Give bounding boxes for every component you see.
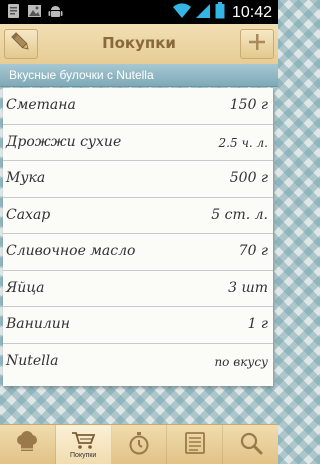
ingredient-quantity: 1 г xyxy=(247,316,268,332)
ingredient-row[interactable]: Сливочное масло 70 г xyxy=(3,234,273,271)
ingredient-name: Ванилин xyxy=(6,316,71,332)
ingredient-row[interactable]: Дрожжи сухие 2.5 ч. л. xyxy=(3,125,273,161)
status-bar: 10:42 xyxy=(0,0,278,24)
ingredient-quantity: 150 г xyxy=(229,97,268,113)
ingredient-quantity: 500 г xyxy=(229,170,268,186)
tab-shopping-label: Покупки xyxy=(70,452,97,459)
clock: 10:42 xyxy=(231,3,272,21)
ingredient-quantity: 70 г xyxy=(238,243,268,259)
recipe-header: Вкусные булочки с Nutella xyxy=(0,64,278,87)
timer-icon xyxy=(127,431,151,459)
notification-file-icon xyxy=(6,3,21,19)
tab-recipes[interactable] xyxy=(0,425,56,464)
ingredient-row[interactable]: Сахар 5 ст. л. xyxy=(3,198,273,234)
ingredient-row[interactable]: Сметана 150 г xyxy=(3,88,273,125)
notification-image-icon xyxy=(27,3,42,19)
tab-timer[interactable] xyxy=(112,425,168,464)
ingredient-name: Мука xyxy=(6,170,46,186)
search-icon xyxy=(239,431,263,459)
ingredient-name: Сметана xyxy=(6,97,76,113)
plus-icon xyxy=(247,32,267,56)
wifi-icon xyxy=(172,2,191,23)
signal-icon xyxy=(195,3,211,23)
ingredient-name: Сахар xyxy=(6,206,51,223)
list-icon xyxy=(184,431,206,459)
cart-icon xyxy=(70,430,96,454)
ingredient-row[interactable]: Nutella по вкусу xyxy=(3,344,273,381)
ingredient-quantity: 3 шт xyxy=(228,279,268,296)
page-title: Покупки xyxy=(102,34,176,52)
ingredient-name: Яйца xyxy=(6,279,45,296)
ingredient-list[interactable]: Сметана 150 г Дрожжи сухие 2.5 ч. л. Мук… xyxy=(3,88,273,386)
chef-hat-icon xyxy=(14,430,40,460)
ingredient-quantity: по вкусу xyxy=(214,354,268,369)
recipe-title: Вкусные булочки с Nutella xyxy=(9,68,154,82)
ingredient-name: Сливочное масло xyxy=(6,243,136,259)
ingredient-row[interactable]: Яйца 3 шт xyxy=(3,271,273,307)
ingredient-name: Nutella xyxy=(6,352,59,369)
battery-icon xyxy=(215,2,225,23)
tab-search[interactable] xyxy=(223,425,278,464)
ingredient-row[interactable]: Ванилин 1 г xyxy=(3,307,273,344)
android-icon xyxy=(48,3,63,19)
bottom-tab-bar: Покупки xyxy=(0,424,278,464)
action-bar: Покупки xyxy=(0,24,278,65)
ingredient-name: Дрожжи сухие xyxy=(6,133,122,150)
tab-list[interactable] xyxy=(167,425,224,464)
add-button[interactable] xyxy=(240,29,274,59)
ingredient-row[interactable]: Мука 500 г xyxy=(3,161,273,198)
ingredient-quantity: 5 ст. л. xyxy=(211,206,268,223)
tab-shopping[interactable]: Покупки xyxy=(55,425,112,464)
ingredient-quantity: 2.5 ч. л. xyxy=(218,135,268,150)
